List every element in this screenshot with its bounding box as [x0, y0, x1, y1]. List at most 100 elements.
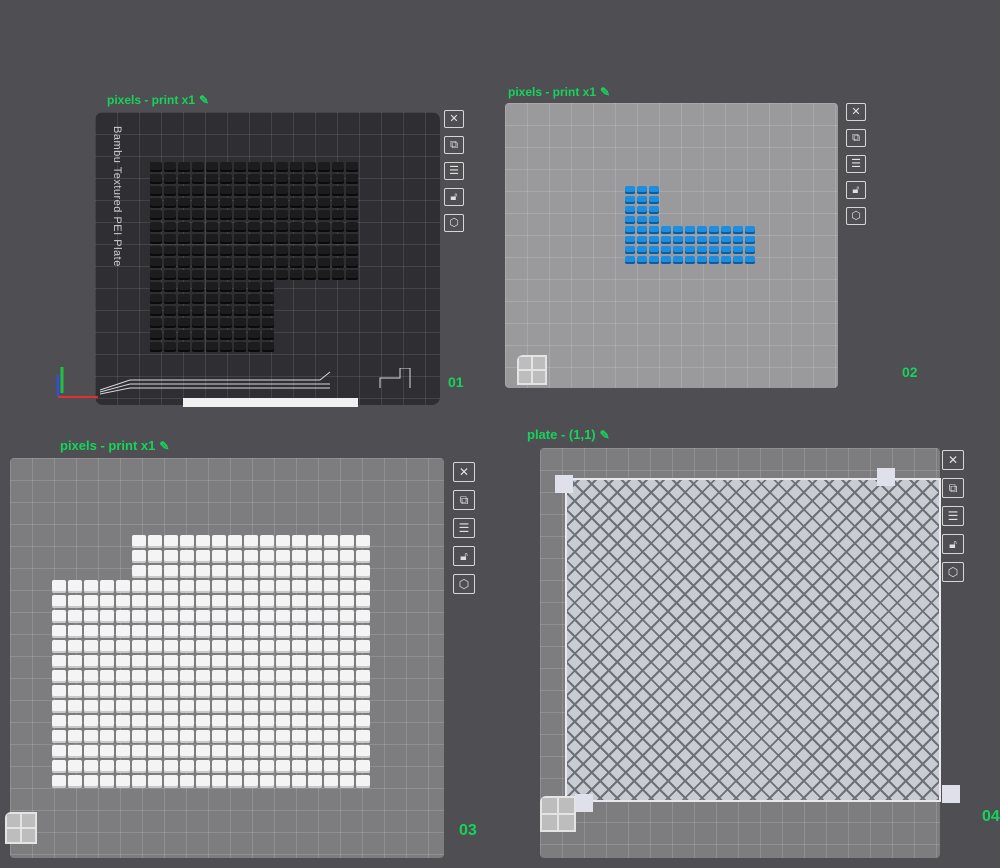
pixel-tile	[318, 174, 330, 184]
pixel-tile	[308, 610, 322, 623]
plate-1-title[interactable]: pixels - print x1 ✎	[107, 93, 209, 107]
pixel-tile	[178, 270, 190, 280]
pixel-tile	[697, 186, 707, 194]
pixel-tile	[356, 535, 370, 548]
pixel-tile	[356, 760, 370, 773]
edit-icon[interactable]: ✎	[600, 428, 610, 442]
layout-icon[interactable]: ☰	[942, 506, 964, 526]
plate-4-number: 04	[982, 808, 1000, 825]
pixel-tile	[192, 318, 204, 328]
pixel-tile	[148, 550, 162, 563]
layout-icon[interactable]: ☰	[846, 155, 866, 173]
pixel-tile	[745, 236, 755, 244]
close-icon[interactable]: ✕	[942, 450, 964, 470]
pixel-tile	[292, 565, 306, 578]
pixel-tile	[132, 745, 146, 758]
pixel-tile	[332, 198, 344, 208]
pixel-tile	[324, 700, 338, 713]
pixel-tile	[234, 210, 246, 220]
edit-icon[interactable]: ✎	[600, 85, 610, 99]
pixel-tile	[206, 198, 218, 208]
pixel-tile	[116, 580, 130, 593]
plate-1-pixel-model[interactable]	[150, 162, 358, 352]
pixel-tile	[324, 595, 338, 608]
edit-icon[interactable]: ✎	[159, 439, 169, 453]
pixel-tile	[260, 730, 274, 743]
pixel-tile	[132, 775, 146, 788]
arrange-icon[interactable]: ⧉	[942, 478, 964, 498]
pixel-tile	[721, 226, 731, 234]
pixel-tile	[346, 330, 358, 340]
pixel-tile	[84, 655, 98, 668]
lock-icon[interactable]: 🔓︎	[942, 534, 964, 554]
pixel-tile	[260, 640, 274, 653]
pixel-tile	[164, 318, 176, 328]
settings-icon[interactable]: ⬡	[942, 562, 964, 582]
close-icon[interactable]: ✕	[453, 462, 475, 482]
plate-3-pixel-model[interactable]	[52, 535, 370, 788]
pixel-tile	[260, 565, 274, 578]
pixel-tile	[100, 625, 114, 638]
pixel-tile	[180, 550, 194, 563]
pixel-tile	[116, 670, 130, 683]
pixel-tile	[148, 625, 162, 638]
lock-icon[interactable]: 🔓︎	[846, 181, 866, 199]
pixel-tile	[116, 535, 130, 548]
settings-icon[interactable]: ⬡	[453, 574, 475, 594]
pixel-tile	[150, 186, 162, 196]
pixel-tile	[248, 162, 260, 172]
plate-4-title[interactable]: plate - (1,1) ✎	[527, 427, 610, 442]
pixel-tile	[262, 186, 274, 196]
pixel-tile	[228, 580, 242, 593]
arrange-icon[interactable]: ⧉	[444, 136, 464, 154]
layout-icon[interactable]: ☰	[453, 518, 475, 538]
pixel-tile	[304, 162, 316, 172]
pixel-tile	[745, 206, 755, 214]
lock-icon[interactable]: 🔓︎	[453, 546, 475, 566]
pixel-tile	[304, 246, 316, 256]
pixel-tile	[220, 234, 232, 244]
plate-2-pixel-model[interactable]	[625, 186, 755, 264]
arrange-icon[interactable]: ⧉	[453, 490, 475, 510]
settings-icon[interactable]: ⬡	[444, 214, 464, 232]
pixel-tile	[234, 342, 246, 352]
pixel-tile	[308, 565, 322, 578]
lock-icon[interactable]: 🔓︎	[444, 188, 464, 206]
pixel-tile	[248, 174, 260, 184]
pixel-tile	[68, 700, 82, 713]
pixel-tile	[164, 670, 178, 683]
plate-1-purge-lines	[100, 368, 411, 395]
pixel-tile	[84, 760, 98, 773]
pixel-tile	[356, 565, 370, 578]
pixel-tile	[132, 670, 146, 683]
pixel-tile	[148, 580, 162, 593]
pixel-tile	[164, 535, 178, 548]
pixel-tile	[276, 306, 288, 316]
plate-2-title[interactable]: pixels - print x1 ✎	[508, 85, 610, 99]
pixel-tile	[68, 610, 82, 623]
pixel-tile	[262, 162, 274, 172]
pixel-tile	[661, 216, 671, 224]
pixel-tile	[192, 186, 204, 196]
pixel-tile	[276, 294, 288, 304]
pixel-tile	[356, 610, 370, 623]
pixel-tile	[220, 246, 232, 256]
pixel-tile	[340, 550, 354, 563]
plate-4-lattice-model[interactable]	[565, 478, 941, 802]
pixel-tile	[116, 775, 130, 788]
close-icon[interactable]: ✕	[846, 103, 866, 121]
pixel-tile	[290, 306, 302, 316]
close-icon[interactable]: ✕	[444, 110, 464, 128]
pixel-tile	[290, 198, 302, 208]
plate-3-title[interactable]: pixels - print x1 ✎	[60, 438, 169, 453]
pixel-tile	[220, 318, 232, 328]
pixel-tile	[292, 760, 306, 773]
pixel-tile	[234, 198, 246, 208]
edit-icon[interactable]: ✎	[199, 93, 209, 107]
pixel-tile	[685, 256, 695, 264]
arrange-icon[interactable]: ⧉	[846, 129, 866, 147]
pixel-tile	[625, 226, 635, 234]
layout-icon[interactable]: ☰	[444, 162, 464, 180]
pixel-tile	[116, 745, 130, 758]
settings-icon[interactable]: ⬡	[846, 207, 866, 225]
